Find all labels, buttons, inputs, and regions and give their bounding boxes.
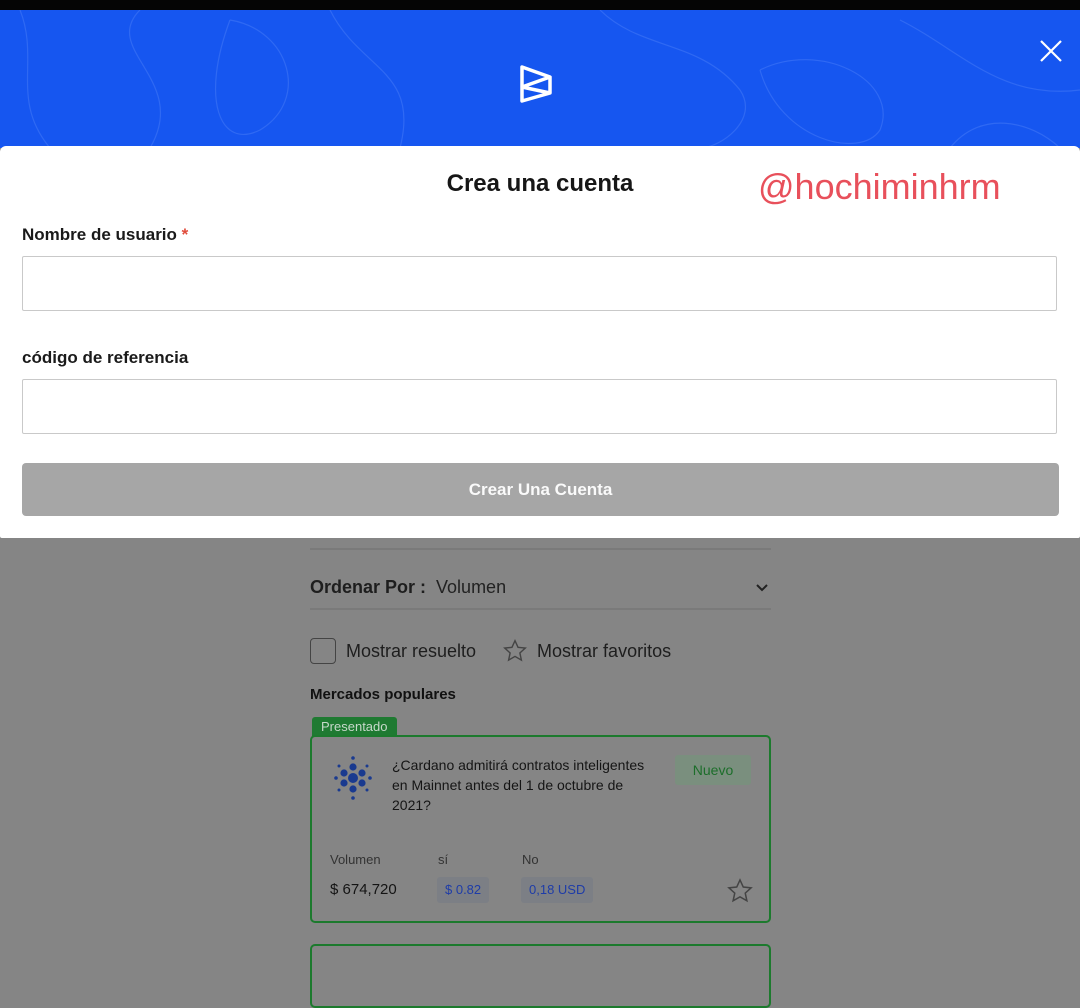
divider [310, 548, 771, 550]
market-card[interactable] [310, 944, 771, 1008]
username-label-text: Nombre de usuario [22, 225, 177, 244]
chevron-down-icon [756, 584, 768, 592]
referral-label: código de referencia [22, 348, 189, 367]
referral-code-input[interactable] [22, 379, 1057, 434]
market-question: ¿Cardano admitirá contratos inteligentes… [392, 757, 645, 813]
create-account-button[interactable]: Crear Una Cuenta [22, 463, 1059, 516]
market-card[interactable]: ¿Cardano admitirá contratos inteligentes… [310, 735, 771, 923]
show-resolved-label: Mostrar resuelto [346, 640, 477, 661]
cardano-icon [334, 756, 372, 800]
signup-modal: Crea una cuenta @hochiminhrm Nombre de u… [0, 146, 1080, 538]
no-price-button[interactable]: 0,18 USD [521, 877, 594, 903]
yes-price-button[interactable]: $ 0.82 [437, 877, 490, 903]
modal-header [0, 10, 1080, 148]
divider [310, 608, 771, 610]
featured-tag: Presentado [312, 717, 397, 737]
volume-label: Volumen [330, 852, 381, 867]
close-icon[interactable] [1038, 38, 1064, 64]
filter-options: Mostrar resuelto Mostrar favoritos [310, 636, 671, 666]
show-favorites-label[interactable]: Mostrar favoritos [537, 641, 671, 662]
favorite-star-icon[interactable] [726, 877, 754, 905]
watermark-text: @hochiminhrm [758, 166, 1001, 207]
status-bar [0, 0, 1080, 10]
sort-label: Ordenar Por : [310, 576, 427, 597]
no-label: No [522, 852, 539, 867]
show-resolved-checkbox[interactable] [310, 638, 336, 664]
username-label: Nombre de usuario * [22, 225, 188, 245]
star-icon[interactable] [502, 638, 528, 664]
brand-logo-icon [520, 65, 552, 103]
username-input[interactable] [22, 256, 1057, 311]
sort-value: Volumen [436, 576, 507, 597]
required-mark: * [181, 225, 189, 244]
section-title: Mercados populares [310, 686, 456, 703]
new-badge: Nuevo [675, 755, 751, 785]
sort-dropdown[interactable]: Ordenar Por : Volumen [310, 566, 771, 608]
yes-label: sí [438, 852, 449, 867]
volume-value: $ 674,720 [330, 881, 397, 898]
